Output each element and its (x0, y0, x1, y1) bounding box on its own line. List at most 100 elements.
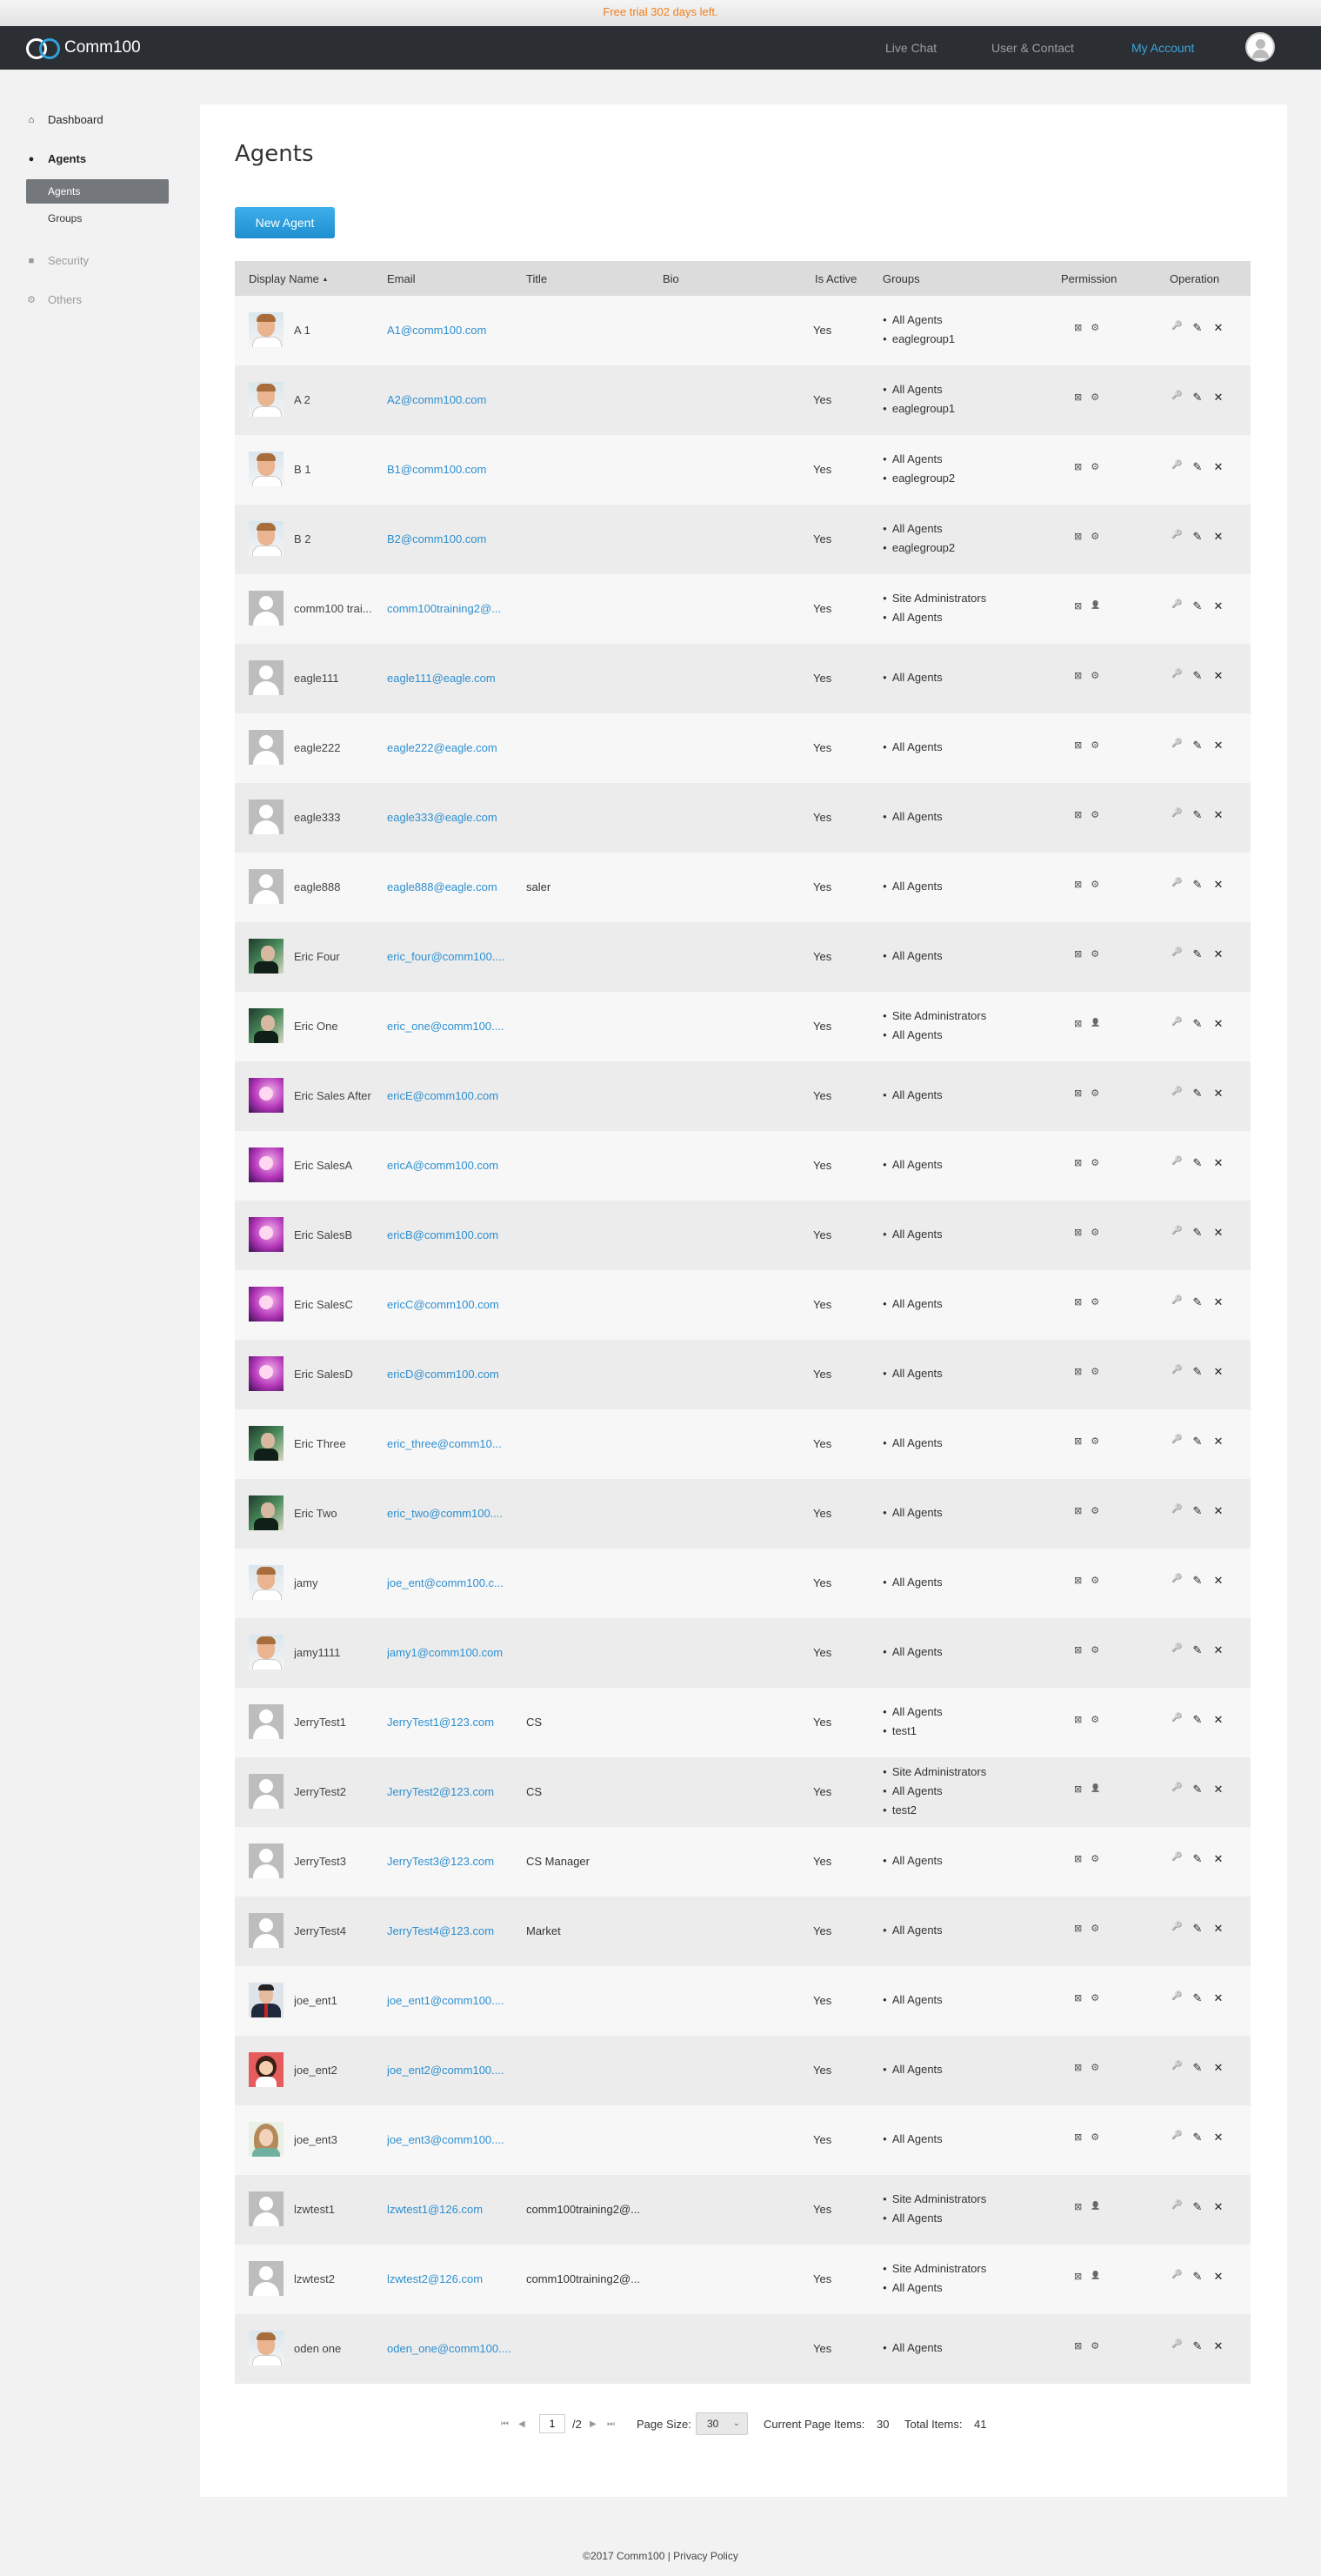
delete-icon[interactable]: ✕ (1213, 1852, 1224, 1866)
agent-email-link[interactable]: A2@comm100.com (387, 393, 517, 406)
agent-email-link[interactable]: ericE@comm100.com (387, 1089, 517, 1102)
key-icon[interactable]: 🔑 (1171, 391, 1182, 405)
new-agent-button[interactable]: New Agent (235, 207, 335, 238)
edit-icon[interactable]: ✎ (1192, 1087, 1203, 1101)
key-icon[interactable]: 🔑 (1171, 808, 1182, 822)
permission-gear-icon[interactable]: ⚙ (1091, 1853, 1099, 1864)
agent-email-link[interactable]: eagle111@eagle.com (387, 672, 517, 685)
edit-icon[interactable]: ✎ (1192, 1852, 1203, 1866)
key-icon[interactable]: 🔑 (1171, 669, 1182, 683)
edit-icon[interactable]: ✎ (1192, 1922, 1203, 1936)
permission-box-icon[interactable]: ⊠ (1074, 1157, 1082, 1168)
permission-box-icon[interactable]: ⊠ (1074, 1853, 1082, 1864)
key-icon[interactable]: 🔑 (1171, 739, 1182, 753)
key-icon[interactable]: 🔑 (1171, 1226, 1182, 1240)
agent-email-link[interactable]: eric_three@comm10... (387, 1437, 517, 1450)
delete-icon[interactable]: ✕ (1213, 530, 1224, 544)
delete-icon[interactable]: ✕ (1213, 1991, 1224, 2005)
delete-icon[interactable]: ✕ (1213, 1156, 1224, 1170)
delete-icon[interactable]: ✕ (1213, 599, 1224, 613)
key-icon[interactable]: 🔑 (1171, 530, 1182, 544)
edit-icon[interactable]: ✎ (1192, 530, 1203, 544)
delete-icon[interactable]: ✕ (1213, 1574, 1224, 1588)
permission-box-icon[interactable]: ⊠ (1074, 1575, 1082, 1586)
delete-icon[interactable]: ✕ (1213, 1783, 1224, 1797)
nav-user-contact[interactable]: User & Contact (991, 41, 1074, 55)
delete-icon[interactable]: ✕ (1213, 1713, 1224, 1727)
edit-icon[interactable]: ✎ (1192, 947, 1203, 961)
agent-email-link[interactable]: B2@comm100.com (387, 532, 517, 545)
permission-box-icon[interactable]: ⊠ (1074, 1018, 1082, 1029)
permission-gear-icon[interactable]: ⚙ (1091, 1505, 1099, 1516)
edit-icon[interactable]: ✎ (1192, 739, 1203, 753)
edit-icon[interactable]: ✎ (1192, 2131, 1203, 2144)
delete-icon[interactable]: ✕ (1213, 2339, 1224, 2353)
permission-gear-icon[interactable]: ⚙ (1091, 809, 1099, 820)
agent-email-link[interactable]: eagle888@eagle.com (387, 880, 517, 893)
permission-box-icon[interactable]: ⊠ (1074, 1505, 1082, 1516)
key-icon[interactable]: 🔑 (1171, 1783, 1182, 1797)
key-icon[interactable]: 🔑 (1171, 2339, 1182, 2353)
agent-email-link[interactable]: eagle333@eagle.com (387, 811, 517, 824)
agent-email-link[interactable]: ericA@comm100.com (387, 1159, 517, 1172)
next-page-icon[interactable]: ▶ (590, 2419, 597, 2429)
permission-gear-icon[interactable]: ⚙ (1091, 948, 1099, 960)
delete-icon[interactable]: ✕ (1213, 1087, 1224, 1101)
permission-box-icon[interactable]: ⊠ (1074, 809, 1082, 820)
delete-icon[interactable]: ✕ (1213, 947, 1224, 961)
agent-email-link[interactable]: jamy1@comm100.com (387, 1646, 517, 1659)
edit-icon[interactable]: ✎ (1192, 321, 1203, 335)
delete-icon[interactable]: ✕ (1213, 669, 1224, 683)
permission-box-icon[interactable]: ⊠ (1074, 879, 1082, 890)
permission-box-icon[interactable]: ⊠ (1074, 1644, 1082, 1656)
delete-icon[interactable]: ✕ (1213, 460, 1224, 474)
sidebar-subitem-agents[interactable]: Agents (26, 179, 169, 204)
admin-user-icon[interactable]: 👤 (1091, 600, 1100, 612)
sidebar-item-dashboard[interactable]: ⌂ Dashboard (26, 113, 103, 126)
key-icon[interactable]: 🔑 (1171, 1504, 1182, 1518)
edit-icon[interactable]: ✎ (1192, 599, 1203, 613)
permission-box-icon[interactable]: ⊠ (1074, 2271, 1082, 2282)
edit-icon[interactable]: ✎ (1192, 1365, 1203, 1379)
agent-email-link[interactable]: joe_ent3@comm100.... (387, 2133, 517, 2146)
agent-email-link[interactable]: lzwtest1@126.com (387, 2203, 517, 2216)
permission-gear-icon[interactable]: ⚙ (1091, 391, 1099, 403)
delete-icon[interactable]: ✕ (1213, 878, 1224, 892)
edit-icon[interactable]: ✎ (1192, 1295, 1203, 1309)
admin-user-icon[interactable]: 👤 (1091, 2271, 1100, 2282)
permission-gear-icon[interactable]: ⚙ (1091, 1157, 1099, 1168)
delete-icon[interactable]: ✕ (1213, 1365, 1224, 1379)
permission-gear-icon[interactable]: ⚙ (1091, 1992, 1099, 2004)
agent-email-link[interactable]: JerryTest2@123.com (387, 1785, 517, 1798)
permission-box-icon[interactable]: ⊠ (1074, 461, 1082, 472)
permission-box-icon[interactable]: ⊠ (1074, 1714, 1082, 1725)
key-icon[interactable]: 🔑 (1171, 2061, 1182, 2075)
permission-box-icon[interactable]: ⊠ (1074, 322, 1082, 333)
sidebar-subitem-groups[interactable]: Groups (26, 206, 169, 231)
delete-icon[interactable]: ✕ (1213, 1435, 1224, 1449)
permission-box-icon[interactable]: ⊠ (1074, 2340, 1082, 2352)
delete-icon[interactable]: ✕ (1213, 391, 1224, 405)
agent-email-link[interactable]: oden_one@comm100.... (387, 2342, 517, 2355)
sidebar-item-others[interactable]: ⚙ Others (26, 293, 82, 306)
permission-gear-icon[interactable]: ⚙ (1091, 2062, 1099, 2073)
delete-icon[interactable]: ✕ (1213, 2061, 1224, 2075)
agent-email-link[interactable]: comm100training2@... (387, 602, 517, 615)
key-icon[interactable]: 🔑 (1171, 1156, 1182, 1170)
key-icon[interactable]: 🔑 (1171, 321, 1182, 335)
edit-icon[interactable]: ✎ (1192, 808, 1203, 822)
edit-icon[interactable]: ✎ (1192, 1574, 1203, 1588)
delete-icon[interactable]: ✕ (1213, 1017, 1224, 1031)
admin-user-icon[interactable]: 👤 (1091, 1783, 1100, 1795)
permission-gear-icon[interactable]: ⚙ (1091, 1575, 1099, 1586)
permission-box-icon[interactable]: ⊠ (1074, 670, 1082, 681)
permission-box-icon[interactable]: ⊠ (1074, 1087, 1082, 1099)
delete-icon[interactable]: ✕ (1213, 1504, 1224, 1518)
edit-icon[interactable]: ✎ (1192, 2061, 1203, 2075)
agent-email-link[interactable]: ericD@comm100.com (387, 1368, 517, 1381)
key-icon[interactable]: 🔑 (1171, 1991, 1182, 2005)
nav-live-chat[interactable]: Live Chat (885, 41, 937, 55)
delete-icon[interactable]: ✕ (1213, 1643, 1224, 1657)
edit-icon[interactable]: ✎ (1192, 2270, 1203, 2284)
delete-icon[interactable]: ✕ (1213, 2200, 1224, 2214)
